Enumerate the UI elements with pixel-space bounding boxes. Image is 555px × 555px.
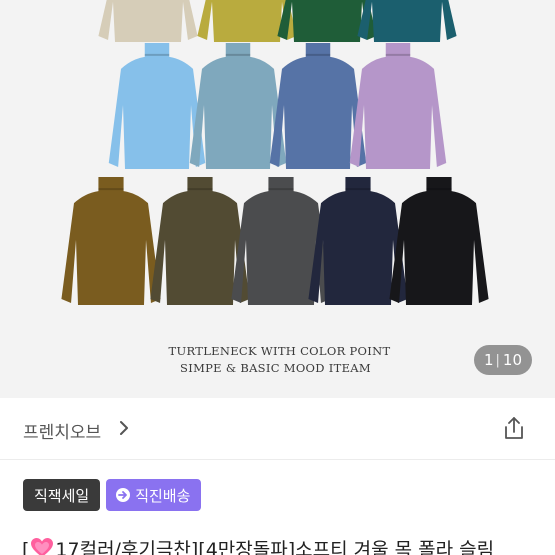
heart-icon (30, 537, 54, 555)
direct-sale-label: 직잭세일 (34, 486, 90, 505)
share-icon[interactable] (500, 414, 528, 446)
image-counter: 1 | 10 (474, 345, 532, 375)
direct-delivery-badge: 직진배송 (106, 479, 202, 511)
shirt-row3-1 (61, 177, 161, 305)
title-text: 17컬러/후기극찬][4만장돌파]소프티 겨울 목 폴라 슬림 (55, 539, 495, 555)
shirt-row1-1 (98, 0, 198, 42)
shop-row[interactable]: 프렌치오브 (0, 398, 555, 460)
direct-delivery-label: 직진배송 (135, 486, 191, 505)
shop-name[interactable]: 프렌치오브 (23, 418, 101, 443)
product-image-carousel[interactable]: TURTLENECK WITH COLOR POINT SIMPE & BASI… (0, 0, 555, 398)
image-counter-current: 1 (483, 351, 494, 369)
image-caption-line2: SIMPE & BASIC MOOD ITEAM (180, 361, 371, 375)
badge-row: 직잭세일 직진배송 (23, 479, 202, 511)
title-bracket: [ (22, 539, 30, 555)
product-image (61, 0, 489, 305)
direct-sale-badge: 직잭세일 (23, 479, 101, 511)
product-title[interactable]: [17컬러/후기극찬][4만장돌파]소프티 겨울 목 폴라 슬림 (22, 535, 494, 555)
shirt-row2-1 (108, 43, 206, 169)
image-caption-line1: TURTLENECK WITH COLOR POINT (168, 344, 391, 358)
image-counter-separator: | (495, 352, 500, 368)
image-counter-total: 10 (502, 351, 523, 369)
arrow-circle-icon (115, 487, 131, 503)
chevron-right-icon[interactable] (118, 420, 130, 440)
